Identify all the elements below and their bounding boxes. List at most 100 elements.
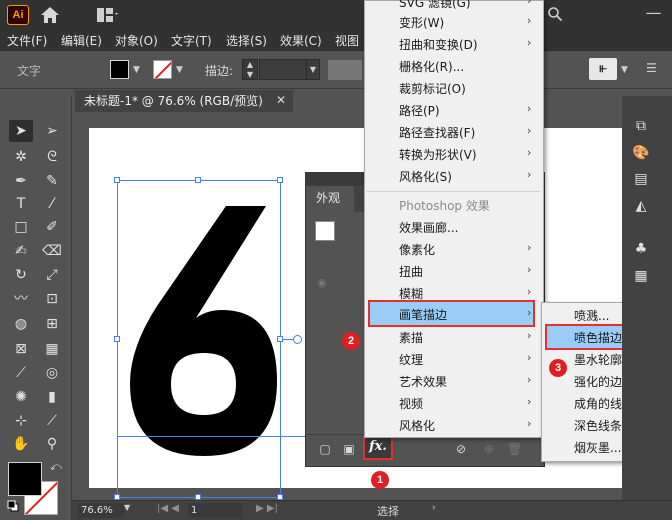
- menu-edit[interactable]: 编辑(E): [61, 32, 102, 49]
- add-effect-button[interactable]: fx.: [363, 436, 393, 460]
- menu-item-texture[interactable]: 纹理: [399, 351, 423, 368]
- submenu-item-spatter[interactable]: 喷溅...: [574, 307, 609, 324]
- menu-item-pathfinder[interactable]: 路径查找器(F): [399, 124, 475, 141]
- warp-tool-icon[interactable]: 〰: [9, 288, 33, 310]
- scale-tool-icon[interactable]: ⤢: [40, 264, 64, 286]
- menu-item-distort[interactable]: 扭曲: [399, 263, 423, 280]
- visibility-eye-icon[interactable]: ◉: [317, 276, 327, 289]
- resize-handle[interactable]: [277, 177, 283, 183]
- menu-object[interactable]: 对象(O): [115, 32, 158, 49]
- magic-wand-tool-icon[interactable]: ✲: [9, 146, 33, 168]
- resize-handle[interactable]: [277, 336, 283, 342]
- free-transform-tool-icon[interactable]: ⊡: [40, 288, 64, 310]
- variable-width-profile[interactable]: [328, 60, 362, 80]
- perspective-grid-tool-icon[interactable]: ⊞: [40, 313, 64, 335]
- menu-item-rasterize[interactable]: 栅格化(R)...: [399, 58, 464, 75]
- menu-effect[interactable]: 效果(C): [280, 32, 322, 49]
- align-options-icon[interactable]: ⫦: [589, 58, 617, 80]
- menu-item-sketch[interactable]: 素描: [399, 329, 423, 346]
- symbol-sprayer-tool-icon[interactable]: ✺: [9, 386, 33, 408]
- menu-item-svg-filters[interactable]: SVG 滤镜(G): [399, 0, 471, 11]
- menu-view[interactable]: 视图: [335, 32, 359, 49]
- rectangle-tool-icon[interactable]: □: [9, 216, 33, 238]
- menu-item-video[interactable]: 视频: [399, 395, 423, 412]
- menu-item-stylize-illustrator[interactable]: 风格化(S): [399, 168, 452, 185]
- symbols-panel-icon[interactable]: ♣: [632, 241, 650, 257]
- menu-item-artistic[interactable]: 艺术效果: [399, 373, 447, 390]
- clear-appearance-icon[interactable]: ⊘: [454, 442, 468, 456]
- slice-tool-icon[interactable]: ⟋: [40, 410, 64, 432]
- menu-type[interactable]: 文字(T): [171, 32, 212, 49]
- workspace-layout-icon[interactable]: [96, 7, 120, 23]
- hand-tool-icon[interactable]: ✋: [9, 433, 33, 455]
- artboard-number-field[interactable]: 1: [188, 503, 242, 518]
- direct-selection-tool-icon[interactable]: ➢: [40, 120, 64, 142]
- menu-item-brush-strokes[interactable]: 画笔描边: [399, 306, 447, 323]
- close-icon[interactable]: ✕: [276, 93, 286, 107]
- zoom-level-field[interactable]: 76.6%: [78, 503, 124, 518]
- artboard-tool-icon[interactable]: ⊹: [9, 410, 33, 432]
- rotate-handle[interactable]: [293, 335, 302, 344]
- toolbar-fill-swatch[interactable]: [8, 462, 42, 496]
- resize-handle[interactable]: [195, 177, 201, 183]
- properties-panel-icon[interactable]: ⧉: [632, 118, 650, 134]
- menu-item-distort-transform[interactable]: 扭曲和变换(D): [399, 36, 478, 53]
- stroke-color-swatch[interactable]: [153, 60, 172, 79]
- chevron-down-icon[interactable]: ▼: [133, 65, 140, 75]
- fill-color-swatch[interactable]: [110, 60, 129, 79]
- default-colors-icon[interactable]: [7, 500, 19, 512]
- type-tool-icon[interactable]: T: [9, 193, 33, 215]
- shape-builder-tool-icon[interactable]: ◍: [9, 313, 33, 335]
- lasso-tool-icon[interactable]: ᘓ: [40, 146, 64, 168]
- chevron-down-icon[interactable]: ▼: [306, 59, 320, 80]
- pen-tool-icon[interactable]: ✒: [9, 170, 33, 192]
- previous-artboard-icon[interactable]: |◀ ◀: [157, 503, 179, 514]
- selection-tool-icon[interactable]: ➤: [9, 120, 33, 142]
- document-tab[interactable]: 未标题-1* @ 76.6% (RGB/预览): [75, 90, 293, 112]
- paintbrush-tool-icon[interactable]: ✐: [40, 216, 64, 238]
- layers-panel-icon[interactable]: ▦: [632, 268, 650, 284]
- gradient-panel-icon[interactable]: ◭: [632, 198, 650, 214]
- mesh-tool-icon[interactable]: ⊠: [9, 338, 33, 360]
- menu-item-convert-to-shape[interactable]: 转换为形状(V): [399, 146, 477, 163]
- menu-item-pixelate[interactable]: 像素化: [399, 241, 435, 258]
- home-icon[interactable]: [40, 6, 60, 24]
- eyedropper-tool-icon[interactable]: ⟋: [9, 362, 33, 384]
- chevron-down-icon[interactable]: ▼: [124, 503, 130, 512]
- stroke-weight-input[interactable]: [259, 59, 307, 80]
- menu-item-path[interactable]: 路径(P): [399, 102, 440, 119]
- add-stroke-icon[interactable]: ▢: [318, 442, 332, 456]
- rotate-tool-icon[interactable]: ↻: [9, 264, 33, 286]
- zoom-tool-icon[interactable]: ⚲: [40, 433, 64, 455]
- chevron-right-icon[interactable]: ›: [432, 503, 436, 513]
- column-graph-tool-icon[interactable]: ▮: [40, 386, 64, 408]
- gradient-tool-icon[interactable]: ▦: [40, 338, 64, 360]
- menu-item-crop-marks[interactable]: 裁剪标记(O): [399, 80, 466, 97]
- resize-handle[interactable]: [114, 177, 120, 183]
- blend-tool-icon[interactable]: ◎: [40, 362, 64, 384]
- curvature-tool-icon[interactable]: ✎: [40, 170, 64, 192]
- menu-file[interactable]: 文件(F): [7, 32, 47, 49]
- panel-menu-icon[interactable]: ☰: [646, 61, 657, 75]
- eraser-tool-icon[interactable]: ⌫: [40, 240, 64, 262]
- menu-item-stylize-photoshop[interactable]: 风格化: [399, 417, 435, 434]
- glyph-six[interactable]: 6: [127, 198, 277, 458]
- search-icon[interactable]: [547, 6, 563, 22]
- duplicate-item-icon[interactable]: ⊕: [482, 442, 496, 456]
- swap-colors-icon[interactable]: ⤺: [50, 460, 62, 474]
- menu-item-warp[interactable]: 变形(W): [399, 14, 444, 31]
- menu-select[interactable]: 选择(S): [226, 32, 267, 49]
- add-fill-icon[interactable]: ▣: [342, 442, 356, 456]
- line-tool-icon[interactable]: ⁄: [40, 193, 64, 215]
- shaper-tool-icon[interactable]: ✍: [9, 240, 33, 262]
- submenu-item-sumi-e[interactable]: 烟灰墨...: [574, 439, 621, 456]
- chevron-down-icon[interactable]: ▼: [176, 65, 183, 75]
- chevron-down-icon[interactable]: ▼: [621, 65, 628, 75]
- resize-handle[interactable]: [114, 336, 120, 342]
- next-artboard-icon[interactable]: ▶ ▶|: [256, 503, 278, 514]
- menu-item-effect-gallery[interactable]: 效果画廊...: [399, 219, 458, 236]
- delete-item-icon[interactable]: 🗑: [507, 442, 522, 456]
- color-panel-icon[interactable]: 🎨: [632, 145, 650, 161]
- menu-item-blur[interactable]: 模糊: [399, 285, 423, 302]
- stroke-weight-stepper[interactable]: ▲ ▼: [242, 59, 258, 80]
